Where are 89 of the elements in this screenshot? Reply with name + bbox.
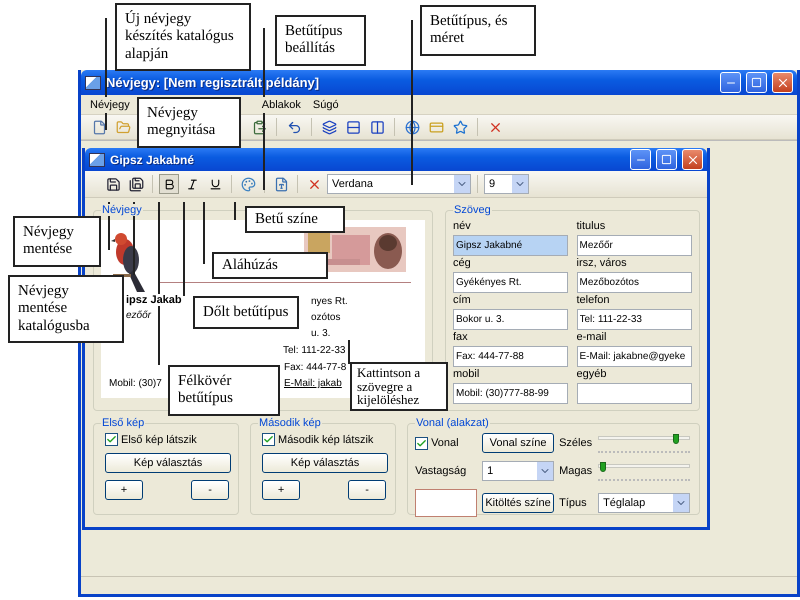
maximize-icon	[751, 77, 762, 88]
font-select[interactable]: Verdana	[327, 174, 471, 194]
slider-label: Magas	[559, 465, 594, 477]
choose-picture-button[interactable]: Kép választás	[105, 453, 231, 473]
text-field[interactable]	[576, 383, 692, 404]
checkbox[interactable]	[262, 433, 276, 446]
field-label: cím	[453, 294, 472, 308]
width-slider[interactable]	[598, 433, 690, 453]
checkbox-label: Vonal	[431, 437, 459, 449]
leader-line	[203, 202, 205, 264]
field-label: titulus	[576, 220, 606, 234]
card-text: E-Mail: jakab	[284, 378, 342, 389]
checkbox[interactable]	[105, 433, 118, 446]
callout: Névjegy mentése	[13, 216, 101, 266]
type-select[interactable]: Téglalap	[598, 493, 690, 513]
text-field[interactable]: Gyékényes Rt.	[453, 272, 568, 293]
callout: Betűtípus, és méret	[420, 5, 536, 56]
field-label: egyéb	[576, 368, 608, 382]
card-text: ozótos	[311, 312, 340, 323]
callout: Betűtípus beállítás	[275, 15, 366, 66]
thickness-select[interactable]: 1	[482, 461, 554, 481]
group-title: Első kép	[101, 417, 146, 429]
plus-button[interactable]: +	[105, 480, 143, 500]
checkbox-label: Második kép látszik	[278, 434, 374, 446]
callout: Névjegy megnyitása	[137, 97, 241, 148]
card-text: nyes Rt.	[311, 296, 348, 307]
field-label: cég	[453, 257, 472, 271]
choose-picture-button[interactable]: Kép választás	[262, 453, 388, 473]
card-text: Tel: 111-22-33	[283, 345, 346, 356]
text-field[interactable]: Mezőbozótos	[576, 272, 692, 293]
minimize-button[interactable]	[630, 149, 651, 170]
group-title: Második kép	[258, 417, 322, 429]
card-text: u. 3.	[311, 328, 330, 339]
field-label: név	[453, 220, 472, 234]
app-icon	[85, 76, 101, 90]
callout: Félkövér betűtípus	[168, 365, 280, 416]
line-color-button[interactable]: Vonal színe	[482, 433, 554, 453]
callout: Kattintson a szövegre a kijelöléshez	[350, 362, 448, 411]
card-text: ipsz Jakab	[126, 294, 182, 306]
field-label: irsz, város	[576, 257, 628, 271]
close-button[interactable]	[772, 72, 793, 93]
card-text: ezőőr	[126, 310, 152, 321]
slider-label: Széles	[559, 437, 594, 449]
text-field[interactable]: E-Mail: jakabne@gyeke	[576, 346, 692, 367]
field-label: Típus	[559, 497, 588, 509]
field-label: telefon	[576, 294, 611, 308]
close-button[interactable]	[682, 149, 703, 170]
callout: Aláhúzás	[212, 252, 328, 280]
card-text: Fax: 444-77-8	[284, 362, 346, 373]
group-title: Szöveg	[453, 204, 492, 216]
leader-line	[108, 202, 110, 250]
card-text: Mobil: (30)7	[109, 378, 162, 389]
slider-thumb[interactable]	[673, 434, 680, 444]
minimize-button[interactable]	[720, 72, 741, 93]
text-field[interactable]: Gipsz Jakabné	[453, 235, 568, 256]
callout: Betű színe	[245, 206, 345, 234]
text-field[interactable]: Bokor u. 3.	[453, 309, 568, 330]
slider-thumb[interactable]	[600, 462, 606, 472]
height-slider[interactable]	[598, 461, 690, 481]
maximize-button[interactable]	[656, 149, 677, 170]
bold-icon[interactable]	[159, 174, 179, 194]
group-title: Vonal (alakzat)	[415, 417, 490, 429]
leader-line	[348, 340, 350, 364]
maximize-button[interactable]	[746, 72, 767, 93]
window-title: Névjegy: [Nem regisztrált példány]	[106, 75, 320, 90]
group-title: Névjegy	[101, 204, 143, 216]
app-icon	[89, 152, 105, 166]
leader-line	[234, 202, 236, 220]
fill-color-button[interactable]: Kitöltés színe	[482, 493, 554, 513]
field-label: e-mail	[576, 331, 608, 345]
text-field[interactable]: Mezőőr	[576, 235, 692, 256]
minus-button[interactable]: -	[191, 480, 230, 500]
callout: Új névjegy készítés katalógus alapján	[115, 3, 251, 71]
field-label: Vastagság	[415, 465, 468, 477]
maximize-icon	[661, 154, 672, 165]
callout: Dőlt betűtípus	[193, 296, 299, 330]
plus-button[interactable]: +	[262, 480, 300, 500]
text-field[interactable]: Fax: 444-77-88	[453, 346, 568, 367]
text-field[interactable]: Tel: 111-22-33	[576, 309, 692, 330]
size-select[interactable]: 9	[484, 174, 529, 194]
checkbox[interactable]	[415, 436, 428, 450]
color-swatch[interactable]	[415, 489, 478, 517]
checkbox-label: Első kép látszik	[121, 434, 197, 446]
text-field[interactable]: Mobil: (30)777-88-99	[453, 383, 568, 404]
minus-button[interactable]: -	[348, 480, 386, 500]
window-title: Gipsz Jakabné	[110, 152, 196, 166]
field-label: fax	[453, 331, 469, 345]
callout: Névjegy mentése katalógusba	[8, 275, 124, 343]
field-label: mobil	[453, 368, 480, 382]
